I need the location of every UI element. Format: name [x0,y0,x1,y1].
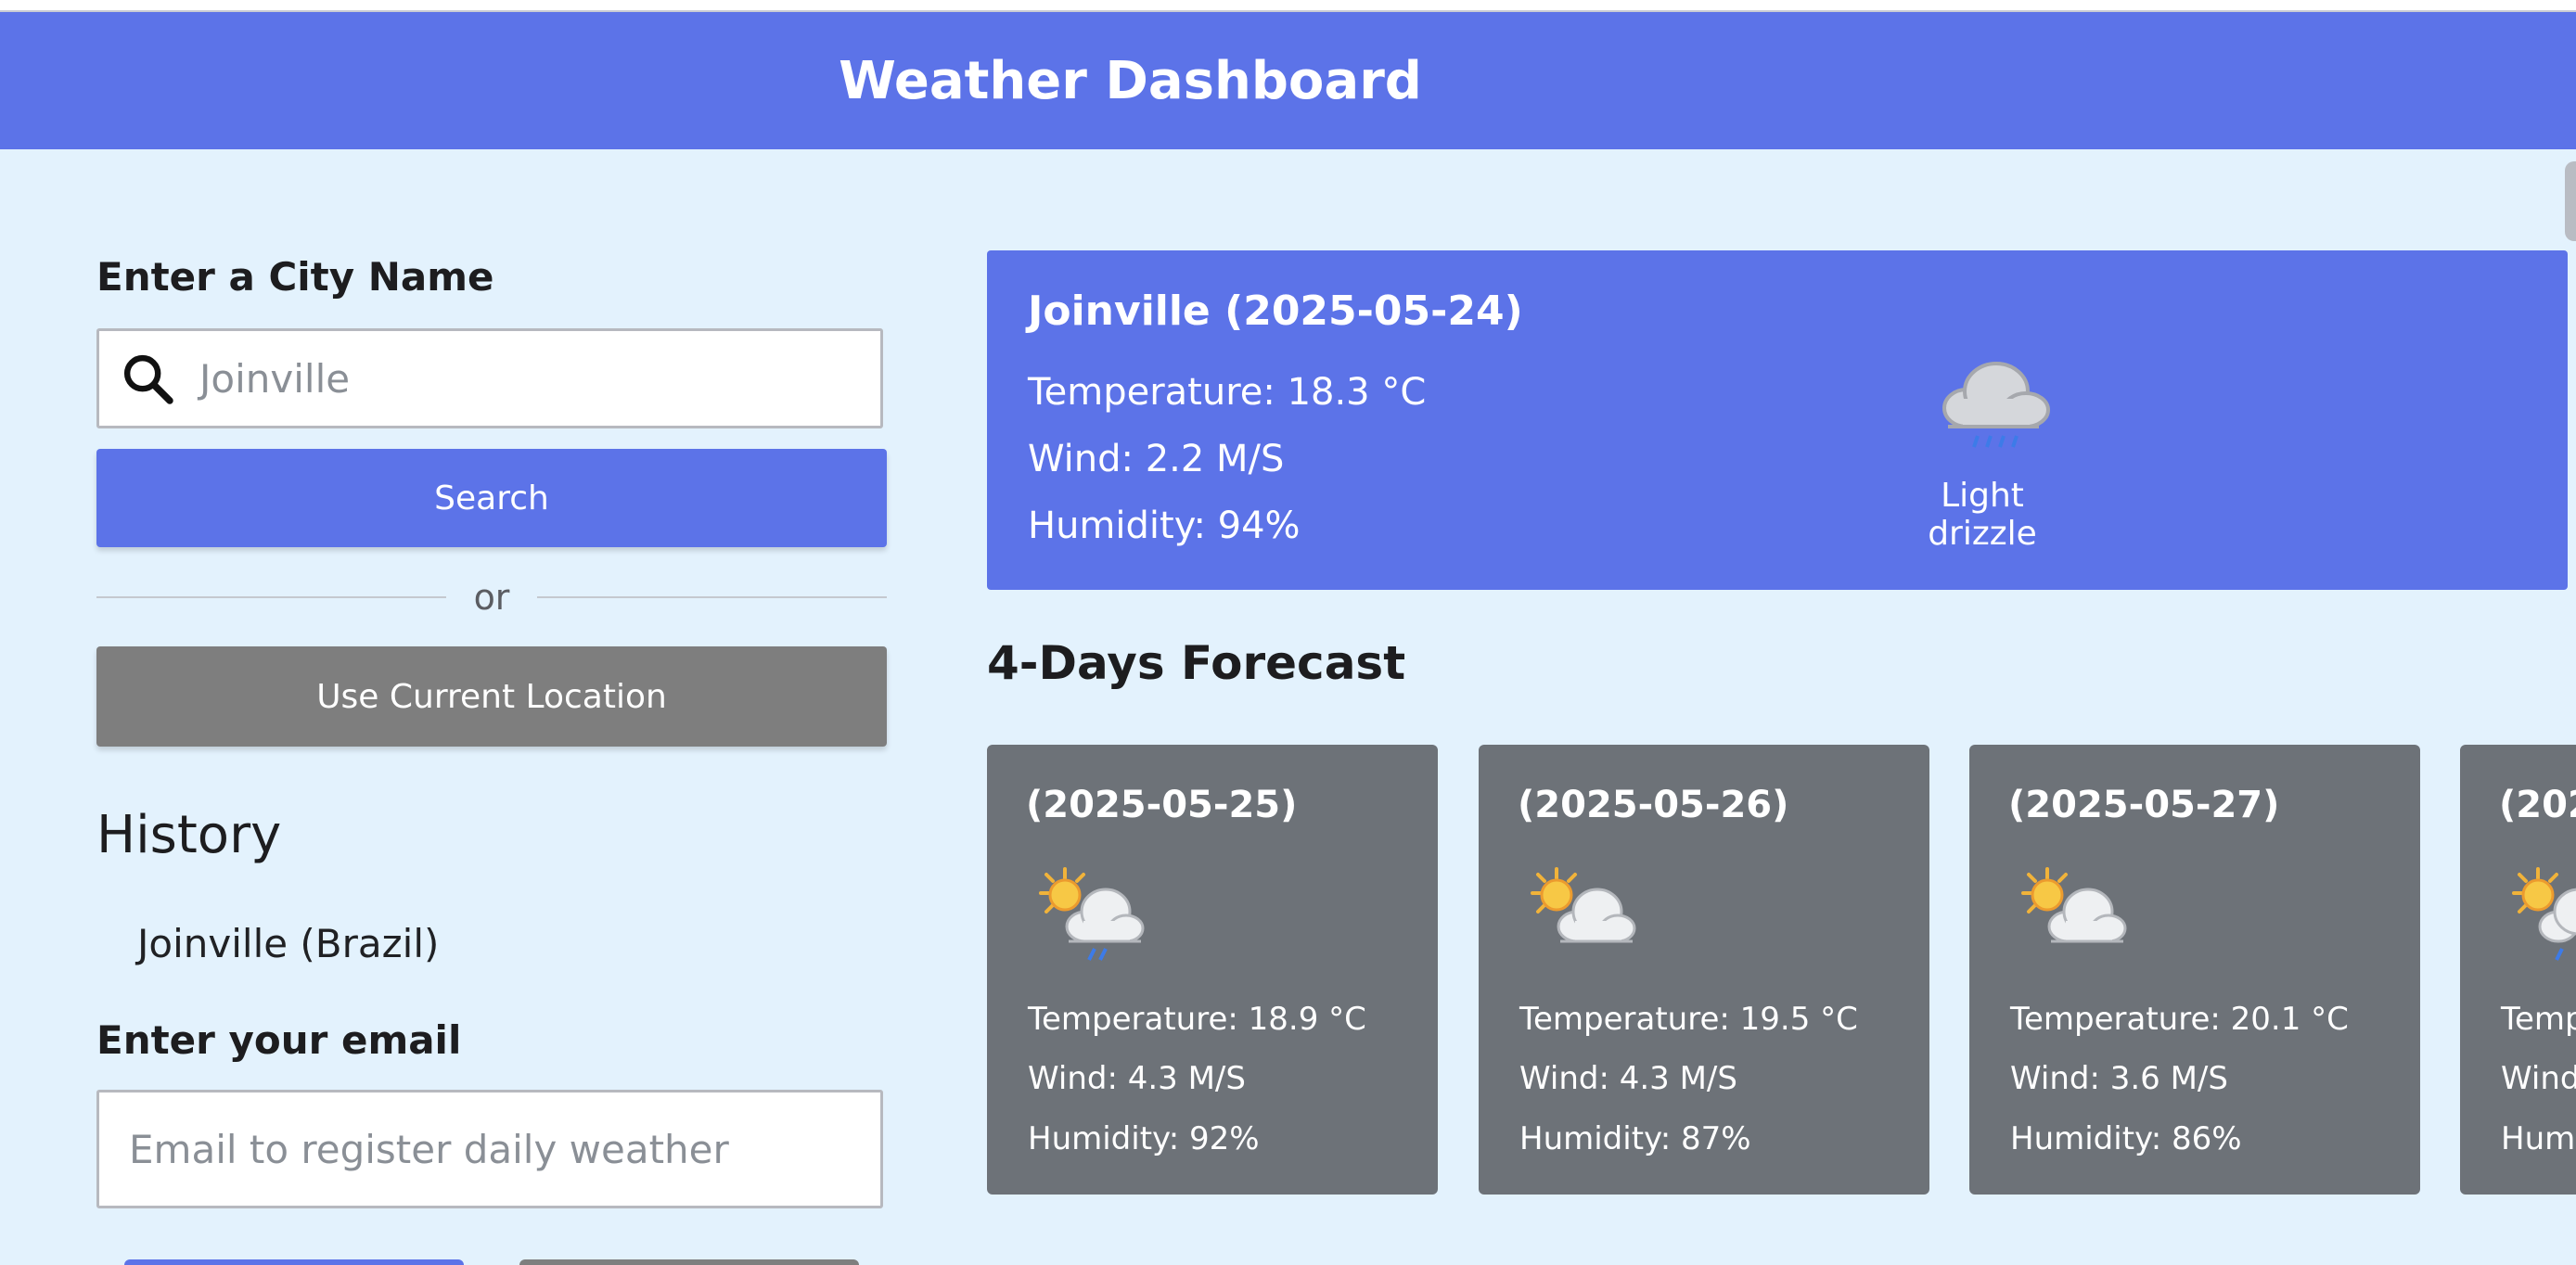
or-divider: or [96,575,887,620]
email-label: Enter your email [96,1017,462,1063]
forecast-wind: Wind: 4.3 M/S [1028,1060,1246,1097]
history-item[interactable]: Joinville (Brazil) [137,921,439,966]
scrollbar-thumb[interactable] [2565,161,2576,241]
app-header: Weather Dashboard [0,12,2576,149]
email-input[interactable]: Email to register daily weather [96,1090,883,1208]
forecast-date: (2025-05-26) [1518,784,1789,826]
forecast-humidity: Humidity: 87% [1519,1120,1751,1157]
sun-cloud-icon [2021,867,2127,943]
forecast-card: (2025-05-28) Temperature: 19.8 °C Wind: … [2460,745,2576,1195]
top-divider [0,0,2576,12]
forecast-wind: Wind: 4.3 M/S [1519,1060,1737,1097]
forecast-humidity: Humidity: 89% [2501,1120,2576,1157]
sun-cloud-icon [1531,867,1636,943]
unsubscribe-button[interactable] [519,1259,859,1265]
current-title: Joinville (2025-05-24) [1028,288,1523,335]
forecast-temperature: Temperature: 19.5 °C [1519,1001,1858,1038]
forecast-card: (2025-05-27) Temperature: 20.1 °C Wind: … [1969,745,2420,1195]
city-label: Enter a City Name [96,254,494,300]
forecast-temperature: Temperature: 19.8 °C [2501,1001,2576,1038]
sun-cloud-drizzle-icon [1039,867,1145,961]
current-temperature: Temperature: 18.3 °C [1028,371,1427,414]
forecast-humidity: Humidity: 86% [2010,1120,2242,1157]
current-weather-card: Joinville (2025-05-24) Temperature: 18.3… [987,250,2568,590]
forecast-wind: Wind: 3.6 M/S [2010,1060,2228,1097]
search-icon [123,354,173,404]
forecast-card: (2025-05-26) Temperature: 19.5 °C Wind: … [1479,745,1929,1195]
search-button[interactable]: Search [96,449,887,547]
forecast-date: (2025-05-28) [2499,784,2576,826]
drizzle-cloud-icon [1942,362,2050,448]
or-label: or [473,577,510,618]
email-placeholder: Email to register daily weather [129,1126,729,1172]
forecast-title: 4-Days Forecast [987,636,1406,690]
history-title: History [96,805,282,865]
current-description: Light drizzle [1928,477,2037,553]
forecast-temperature: Temperature: 20.1 °C [2010,1001,2349,1038]
subscribe-button[interactable] [124,1259,464,1265]
forecast-temperature: Temperature: 18.9 °C [1028,1001,1366,1038]
forecast-date: (2025-05-27) [2008,784,2280,826]
forecast-wind: Wind: 3.9 M/S [2501,1060,2576,1097]
use-current-location-button[interactable]: Use Current Location [96,646,887,747]
page-title: Weather Dashboard [839,50,1422,111]
forecast-date: (2025-05-25) [1026,784,1298,826]
city-input[interactable]: Joinville [96,328,883,428]
city-input-value: Joinville [199,355,351,402]
sun-cloud-drizzle-icon [2512,867,2576,961]
current-wind: Wind: 2.2 M/S [1028,438,1285,480]
forecast-humidity: Humidity: 92% [1028,1120,1260,1157]
current-humidity: Humidity: 94% [1028,505,1301,547]
forecast-card: (2025-05-25) Temperature: 18.9 °C Wind: … [987,745,1438,1195]
